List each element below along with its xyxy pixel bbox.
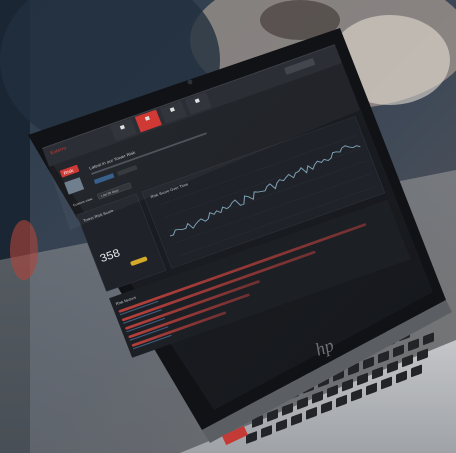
webcam-icon xyxy=(187,79,193,85)
scene-svg: Exterro Risk Latest in our Tower Risk Cu… xyxy=(0,0,456,453)
blurred-red-object xyxy=(10,220,38,280)
photo-scene: Exterro Risk Latest in our Tower Risk Cu… xyxy=(0,0,456,453)
